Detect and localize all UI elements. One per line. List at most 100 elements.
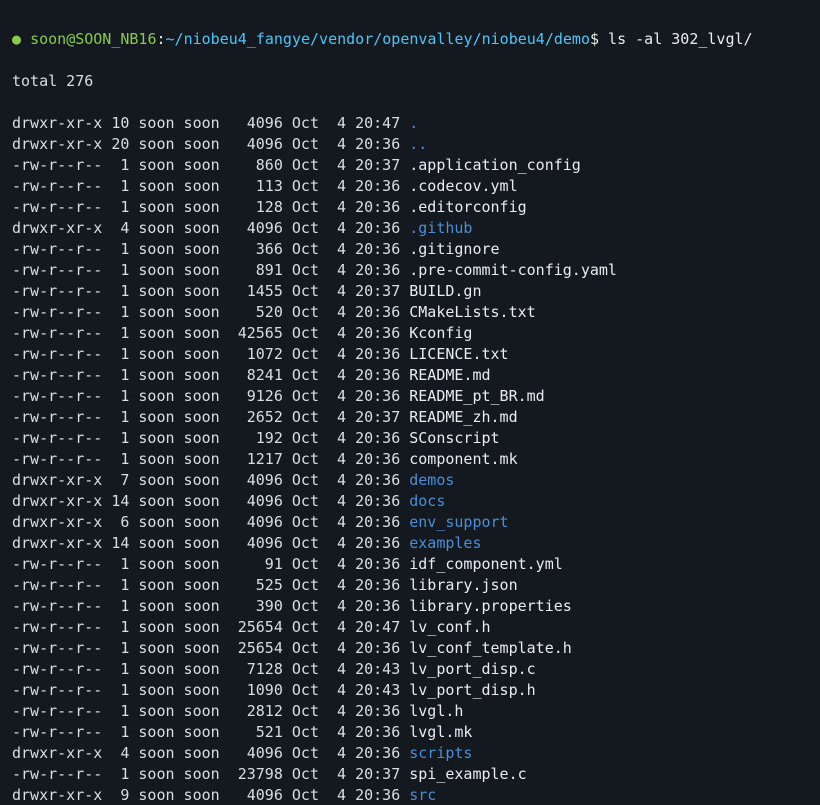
col-perm: drwxr-xr-x (12, 533, 102, 554)
terminal[interactable]: ● soon@SOON_NB16:~/niobeu4_fangye/vendor… (0, 0, 820, 805)
col-group: soon (184, 533, 229, 554)
col-time: 20:36 (346, 218, 400, 239)
col-links: 4 (102, 743, 129, 764)
total-line: total 276 (12, 71, 810, 92)
col-day: 4 (319, 680, 346, 701)
col-size: 25654 (229, 638, 283, 659)
prompt-host: SOON_NB16 (75, 30, 156, 48)
col-links: 1 (102, 155, 129, 176)
col-month: Oct (283, 659, 319, 680)
listing-row: -rw-r--r--1 soonsoon8241 Oct4 20:36 READ… (12, 365, 810, 386)
col-time: 20:43 (346, 680, 400, 701)
prompt-path: ~/niobeu4_fangye/vendor/openvalley/niobe… (166, 30, 590, 48)
col-links: 1 (102, 260, 129, 281)
col-group: soon (184, 239, 229, 260)
col-group: soon (184, 470, 229, 491)
col-day: 4 (319, 785, 346, 805)
listing-row: drwxr-xr-x14 soonsoon4096 Oct4 20:36 exa… (12, 533, 810, 554)
col-links: 1 (102, 428, 129, 449)
col-month: Oct (283, 176, 319, 197)
col-group: soon (184, 743, 229, 764)
col-owner: soon (138, 722, 183, 743)
col-links: 1 (102, 281, 129, 302)
file-name: .github (409, 219, 472, 237)
col-perm: -rw-r--r-- (12, 617, 102, 638)
listing-row: -rw-r--r--1 soonsoon23798 Oct4 20:37 spi… (12, 764, 810, 785)
file-name: README_zh.md (409, 408, 517, 426)
col-day: 4 (319, 659, 346, 680)
file-name: . (409, 114, 418, 132)
file-name: lvgl.mk (409, 723, 472, 741)
col-links: 20 (102, 134, 129, 155)
col-month: Oct (283, 302, 319, 323)
file-name: README.md (409, 366, 490, 384)
col-size: 2652 (229, 407, 283, 428)
col-owner: soon (138, 281, 183, 302)
col-links: 14 (102, 491, 129, 512)
file-name: SConscript (409, 429, 499, 447)
col-time: 20:36 (346, 491, 400, 512)
col-owner: soon (138, 407, 183, 428)
listing-row: -rw-r--r--1 soonsoon525 Oct4 20:36 libra… (12, 575, 810, 596)
file-name: src (409, 786, 436, 804)
listing-row: drwxr-xr-x9 soonsoon4096 Oct4 20:36 src (12, 785, 810, 805)
col-links: 1 (102, 701, 129, 722)
col-day: 4 (319, 176, 346, 197)
status-dot-icon: ● (12, 30, 21, 48)
col-month: Oct (283, 512, 319, 533)
col-owner: soon (138, 176, 183, 197)
listing-row: drwxr-xr-x14 soonsoon4096 Oct4 20:36 doc… (12, 491, 810, 512)
col-size: 42565 (229, 323, 283, 344)
col-owner: soon (138, 470, 183, 491)
col-group: soon (184, 596, 229, 617)
listing-row: -rw-r--r--1 soonsoon520 Oct4 20:36 CMake… (12, 302, 810, 323)
col-group: soon (184, 449, 229, 470)
col-size: 4096 (229, 113, 283, 134)
col-links: 1 (102, 386, 129, 407)
file-name: .application_config (409, 156, 581, 174)
file-name: CMakeLists.txt (409, 303, 535, 321)
listing-row: drwxr-xr-x4 soonsoon4096 Oct4 20:36 scri… (12, 743, 810, 764)
col-owner: soon (138, 386, 183, 407)
col-perm: drwxr-xr-x (12, 743, 102, 764)
col-links: 1 (102, 449, 129, 470)
col-perm: -rw-r--r-- (12, 449, 102, 470)
col-perm: -rw-r--r-- (12, 176, 102, 197)
col-month: Oct (283, 638, 319, 659)
col-month: Oct (283, 533, 319, 554)
col-size: 4096 (229, 218, 283, 239)
file-name: examples (409, 534, 481, 552)
col-owner: soon (138, 638, 183, 659)
col-group: soon (184, 386, 229, 407)
col-time: 20:36 (346, 134, 400, 155)
col-month: Oct (283, 701, 319, 722)
col-perm: drwxr-xr-x (12, 785, 102, 805)
col-size: 860 (229, 155, 283, 176)
col-links: 1 (102, 344, 129, 365)
col-links: 4 (102, 218, 129, 239)
col-month: Oct (283, 239, 319, 260)
listing-row: -rw-r--r--1 soonsoon113 Oct4 20:36 .code… (12, 176, 810, 197)
col-perm: drwxr-xr-x (12, 134, 102, 155)
listing-row: -rw-r--r--1 soonsoon1455 Oct4 20:37 BUIL… (12, 281, 810, 302)
col-group: soon (184, 407, 229, 428)
col-perm: -rw-r--r-- (12, 575, 102, 596)
file-name: Kconfig (409, 324, 472, 342)
col-day: 4 (319, 323, 346, 344)
col-time: 20:36 (346, 701, 400, 722)
col-group: soon (184, 113, 229, 134)
file-name: library.properties (409, 597, 572, 615)
col-size: 113 (229, 176, 283, 197)
col-group: soon (184, 785, 229, 805)
file-name: scripts (409, 744, 472, 762)
col-group: soon (184, 218, 229, 239)
col-time: 20:36 (346, 785, 400, 805)
col-links: 1 (102, 764, 129, 785)
col-group: soon (184, 197, 229, 218)
col-group: soon (184, 554, 229, 575)
col-size: 4096 (229, 533, 283, 554)
file-name: lv_conf.h (409, 618, 490, 636)
col-month: Oct (283, 344, 319, 365)
col-links: 1 (102, 554, 129, 575)
col-time: 20:36 (346, 176, 400, 197)
